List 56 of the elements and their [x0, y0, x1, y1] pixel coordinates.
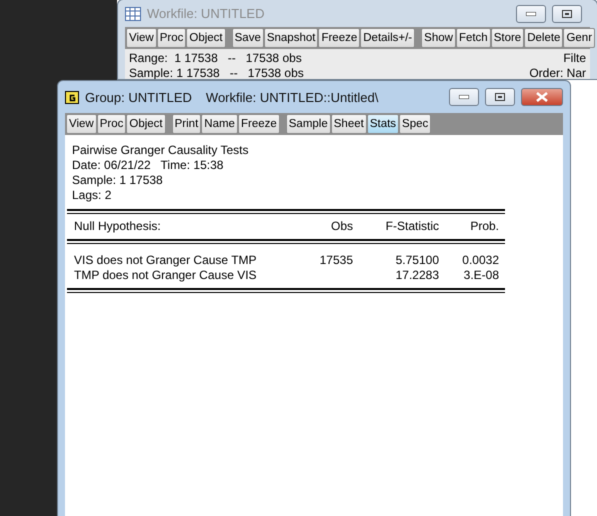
table-cell-text: 17.2283 — [394, 268, 439, 283]
report-line: Date: 06/21/22 Time: 15:38 — [71, 158, 224, 173]
range-text: Range: 1 17538 -- 17538 obs — [129, 50, 302, 64]
toolbar-button[interactable]: Stats — [366, 114, 400, 134]
table-cell-text: 0.0032 — [461, 253, 499, 268]
filter-text: Filte — [563, 50, 586, 64]
toolbar-button[interactable]: Fetch — [456, 28, 491, 48]
toolbar-button[interactable]: Store — [490, 28, 524, 48]
toolbar-button[interactable]: Delete — [524, 28, 564, 48]
toolbar-button[interactable]: Spec — [399, 114, 432, 134]
minimize-button[interactable] — [449, 88, 479, 106]
minimize-icon — [459, 95, 469, 99]
table-cell-text: TMP does not Granger Cause VIS — [74, 268, 258, 283]
toolbar-button[interactable]: View — [66, 114, 97, 134]
table-cell-text: VIS does not Granger Cause TMP — [74, 253, 258, 268]
toolbar-button[interactable]: View — [126, 28, 157, 48]
sample-text: Sample: 1 17538 -- 17538 obs — [129, 66, 304, 79]
toolbar-button[interactable]: Snapshot — [264, 28, 318, 48]
table-cell-text: 17535 — [318, 253, 353, 268]
table-cell-text: 5.75100 — [394, 253, 439, 268]
report-line: Sample: 1 17538 — [71, 173, 164, 188]
workfile-path: Workfile: UNTITLED::Untitled\ — [206, 90, 378, 104]
toolbar-button[interactable]: Object — [126, 114, 166, 134]
column-header: F-Statistic — [384, 219, 439, 234]
window-title: Group: UNTITLED — [85, 90, 192, 104]
window-title: Workfile: UNTITLED — [147, 6, 264, 21]
toolbar-button[interactable]: Details+/- — [360, 28, 416, 48]
column-header: Obs — [330, 219, 353, 234]
toolbar-button[interactable]: Name — [201, 114, 238, 134]
spreadsheet-icon — [125, 6, 141, 20]
toolbar-button[interactable]: Genr — [563, 28, 596, 48]
toolbar-button[interactable]: Object — [186, 28, 226, 48]
maximize-button[interactable] — [552, 4, 582, 22]
toolbar-button[interactable]: Freeze — [318, 28, 360, 48]
maximize-icon — [495, 93, 505, 101]
toolbar-button[interactable]: Sheet — [330, 114, 367, 134]
minimize-button[interactable] — [516, 4, 546, 22]
order-text: Order: Nar — [529, 66, 586, 79]
table-cell-text: 3.E-08 — [462, 268, 499, 283]
minimize-icon — [526, 12, 536, 16]
close-icon — [536, 92, 548, 102]
toolbar-button[interactable]: Proc — [96, 114, 126, 134]
report-line: Pairwise Granger Causality Tests — [71, 143, 250, 158]
column-header: Null Hypothesis: — [74, 219, 162, 234]
maximize-button[interactable] — [485, 88, 515, 106]
toolbar-button[interactable]: Save — [232, 28, 264, 48]
close-button[interactable] — [521, 88, 563, 106]
maximize-icon — [562, 10, 572, 18]
toolbar-button[interactable]: Sample — [286, 114, 331, 134]
toolbar-button[interactable]: Proc — [156, 28, 186, 48]
toolbar-button[interactable]: Show — [421, 28, 456, 48]
toolbar-button[interactable]: Freeze — [238, 114, 280, 134]
group-icon — [65, 90, 79, 104]
column-header: Prob. — [469, 219, 499, 234]
report-line: Lags: 2 — [71, 188, 112, 203]
toolbar-button[interactable]: Print — [172, 114, 202, 134]
